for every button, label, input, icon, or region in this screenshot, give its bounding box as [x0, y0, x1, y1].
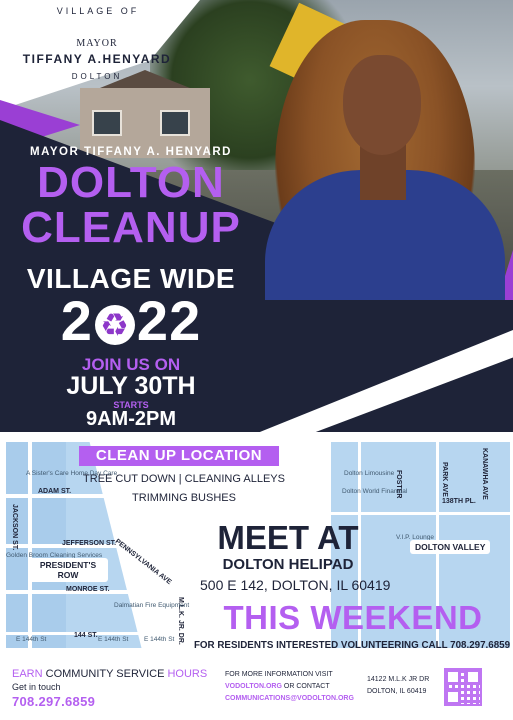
qr-finder [466, 670, 480, 684]
qr-code-icon[interactable] [444, 668, 482, 706]
street-label-jefferson: JEFFERSON ST. [62, 540, 117, 547]
mayor-name-line: MAYOR TIFFANY A. HENYARD [30, 146, 232, 158]
office-address-line1: 14122 M.L.K JR DR [367, 676, 430, 683]
event-time: 9AM-2PM [85, 408, 176, 430]
cleanup-tasks-line1: TREE CUT DOWN | CLEANING ALLEYS [83, 473, 285, 485]
contact-phone[interactable]: 708.297.6859 [12, 694, 95, 709]
year-digit: 2 [60, 289, 93, 352]
qr-finder [446, 690, 460, 704]
street-label-monroe: MONROE ST. [66, 586, 110, 593]
or-contact-label: OR CONTACT [283, 683, 330, 690]
headline-cleanup: CLEANUP [21, 203, 241, 252]
map-poi: E 144th St [144, 636, 175, 643]
cleanup-location-title: CLEAN UP LOCATION [79, 446, 279, 466]
meeting-place: DOLTON HELIPAD [222, 556, 354, 573]
portrait-face [343, 55, 421, 155]
hours-word: HOURS [167, 668, 208, 680]
earn-word: EARN [12, 668, 43, 680]
cleanup-tasks-line2: TRIMMING BUSHES [132, 492, 236, 504]
event-poster: VILLAGE OF MAYOR TIFFANY A.HENYARD DOLTO… [0, 0, 513, 720]
house-window [92, 110, 122, 136]
presidents-row-badge: PRESIDENT'S ROW [28, 558, 108, 582]
logo-name: TIFFANY A.HENYARD [22, 52, 172, 66]
this-weekend-heading: THIS WEEKEND [223, 599, 483, 636]
street-label-144: 144 ST. [74, 632, 98, 639]
hero-section: VILLAGE OF MAYOR TIFFANY A.HENYARD DOLTO… [0, 0, 513, 432]
office-address-line2: DOLTON, IL 60419 [367, 688, 427, 695]
logo-town: DOLTON [71, 72, 123, 81]
map-poi: Dolton World Financial [342, 488, 408, 495]
headline-dolton: DOLTON [37, 158, 225, 207]
map-poi: E 144th St [98, 636, 129, 643]
event-date: JULY 30TH [66, 372, 196, 400]
map-poi: Dolton Limousine [344, 470, 395, 477]
recycle-icon: ♻ [94, 305, 135, 346]
website-link[interactable]: VODOLTON.ORG [225, 683, 282, 690]
community-service-word: COMMUNITY SERVICE [45, 668, 165, 680]
contact-email[interactable]: COMMUNICATIONS@VODOLTON.ORG [225, 695, 354, 702]
website-line: VODOLTON.ORG OR CONTACT [225, 683, 330, 690]
more-info-label: FOR MORE INFORMATION VISIT [225, 671, 333, 678]
get-in-touch-label: Get in touch [12, 682, 61, 692]
meeting-address: 500 E 142, DOLTON, IL 60419 [200, 577, 391, 593]
meet-at-heading: MEET AT [217, 519, 359, 556]
qr-finder [446, 670, 460, 684]
street-label-park: PARK AVE [441, 462, 448, 497]
house-window [160, 110, 190, 136]
logo-village-of: VILLAGE OF [56, 6, 140, 16]
map-street [331, 512, 510, 515]
street-label-jackson: JACKSON ST. [11, 504, 18, 551]
street-label-adam: ADAM ST. [38, 488, 72, 495]
logo-mayor: MAYOR [76, 38, 118, 49]
street-label-kanawha: KANAWHA AVE [481, 448, 488, 500]
map-poi: E 144th St [16, 636, 47, 643]
earn-hours-line: EARN COMMUNITY SERVICE HOURS [12, 668, 207, 680]
year-digits: 22 [136, 289, 202, 352]
village-logo: VILLAGE OF MAYOR TIFFANY A.HENYARD DOLTO… [12, 6, 182, 96]
headline-year: 2 ♻ 22 [0, 290, 262, 352]
street-label-138th: 138TH PL. [442, 498, 476, 505]
dolton-valley-badge: DOLTON VALLEY [410, 540, 491, 554]
volunteer-call-line: FOR RESIDENTS INTERESTED VOLUNTEERING CA… [193, 640, 511, 651]
map-poi: Dalmatian Fire Equipment [114, 602, 190, 609]
